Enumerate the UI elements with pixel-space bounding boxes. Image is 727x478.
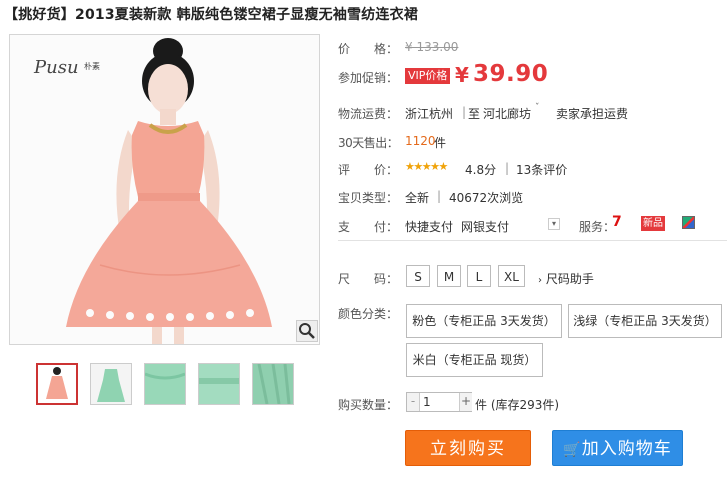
sales-label: 30天售出：	[338, 136, 399, 150]
product-title: 【挑好货】2013夏装新款 韩版纯色镂空裙子显瘦无袖雪纺连衣裙	[4, 7, 419, 23]
cart-icon: 🛒	[563, 442, 582, 458]
guarantee-icon[interactable]	[682, 216, 695, 229]
view-count: 40672次浏览	[449, 191, 524, 205]
thumbnail-2[interactable]	[90, 363, 132, 405]
new-product-badge: 新品	[641, 216, 665, 231]
review-count-link[interactable]: 13条评价	[516, 161, 567, 178]
rating-label: 评 价：	[338, 163, 399, 177]
sales-unit: 件	[434, 136, 447, 150]
svg-text:朴素: 朴素	[84, 61, 100, 71]
currency-symbol: ¥	[455, 63, 469, 87]
quantity-stepper[interactable]: - 1 +	[406, 392, 472, 412]
brand-logo: Pusu	[33, 57, 79, 78]
size-option-m[interactable]: M	[437, 265, 461, 287]
thumbnail-5[interactable]	[252, 363, 294, 405]
dress-photo: Pusu 朴素	[10, 35, 319, 344]
size-helper-link[interactable]: › 尺码助手	[538, 270, 594, 287]
color-label: 颜色分类：	[338, 307, 399, 321]
size-option-s[interactable]: S	[406, 265, 430, 287]
quantity-increase-button[interactable]: +	[459, 393, 472, 411]
seven-day-return-icon[interactable]: 7	[612, 214, 628, 232]
color-option-pink[interactable]: 粉色（专柜正品 3天发货）	[406, 304, 562, 338]
item-sep: |	[437, 189, 442, 203]
magnifier-icon	[299, 323, 315, 339]
quantity-decrease-button[interactable]: -	[407, 393, 420, 411]
promo-label: 参加促销：	[338, 71, 399, 85]
color-option-beige[interactable]: 米白（专柜正品 现货）	[406, 343, 543, 377]
color-option-lightgreen[interactable]: 浅绿（专柜正品 3天发货）	[568, 304, 722, 338]
item-condition: 全新	[405, 191, 430, 205]
promo-price: 39.90	[473, 61, 549, 87]
thumbnail-1[interactable]	[36, 363, 78, 405]
rating-score: 4.8分	[465, 163, 497, 177]
payment-label: 支 付：	[338, 220, 399, 234]
add-to-cart-button[interactable]: 🛒加入购物车	[552, 430, 683, 466]
service-label: 服务：	[579, 220, 616, 234]
price-label: 价 格：	[338, 42, 399, 56]
shipping-label: 物流运费：	[338, 107, 399, 121]
quantity-input[interactable]: 1	[423, 395, 431, 409]
quantity-label: 购买数量：	[338, 398, 399, 412]
zoom-button[interactable]	[296, 320, 318, 342]
chevron-right-icon: ›	[538, 275, 542, 286]
size-option-xl[interactable]: XL	[498, 265, 525, 287]
sales-count: 1120	[405, 134, 436, 148]
size-label: 尺 码：	[338, 272, 399, 286]
rating-sep: |	[505, 161, 510, 175]
thumbnail-3[interactable]	[144, 363, 186, 405]
ship-sep: |	[462, 105, 467, 119]
original-price: ¥ 133.00	[405, 40, 459, 54]
payment-dropdown-icon[interactable]: ▾	[548, 218, 560, 230]
size-option-l[interactable]: L	[467, 265, 491, 287]
ship-free-text: 卖家承担运费	[556, 107, 629, 121]
product-main-image[interactable]: Pusu 朴素	[9, 34, 320, 345]
ship-to-prefix: 至	[468, 107, 481, 121]
chevron-down-icon[interactable]: ˇ	[535, 103, 540, 113]
thumbnail-4[interactable]	[198, 363, 240, 405]
vip-badge: VIP价格	[405, 68, 451, 84]
star-rating-icon: ★★★★★	[405, 160, 448, 173]
buy-now-button[interactable]: 立刻购买	[405, 430, 531, 466]
ship-destination[interactable]: 河北廊坊	[483, 105, 531, 122]
pay-method-quick: 快捷支付	[405, 220, 454, 234]
pay-method-bank: 网银支付	[461, 220, 510, 234]
ship-from: 浙江杭州	[405, 107, 454, 121]
stock-info: 件 (库存293件)	[475, 398, 560, 412]
divider	[338, 240, 727, 241]
item-type-label: 宝贝类型：	[338, 191, 399, 205]
